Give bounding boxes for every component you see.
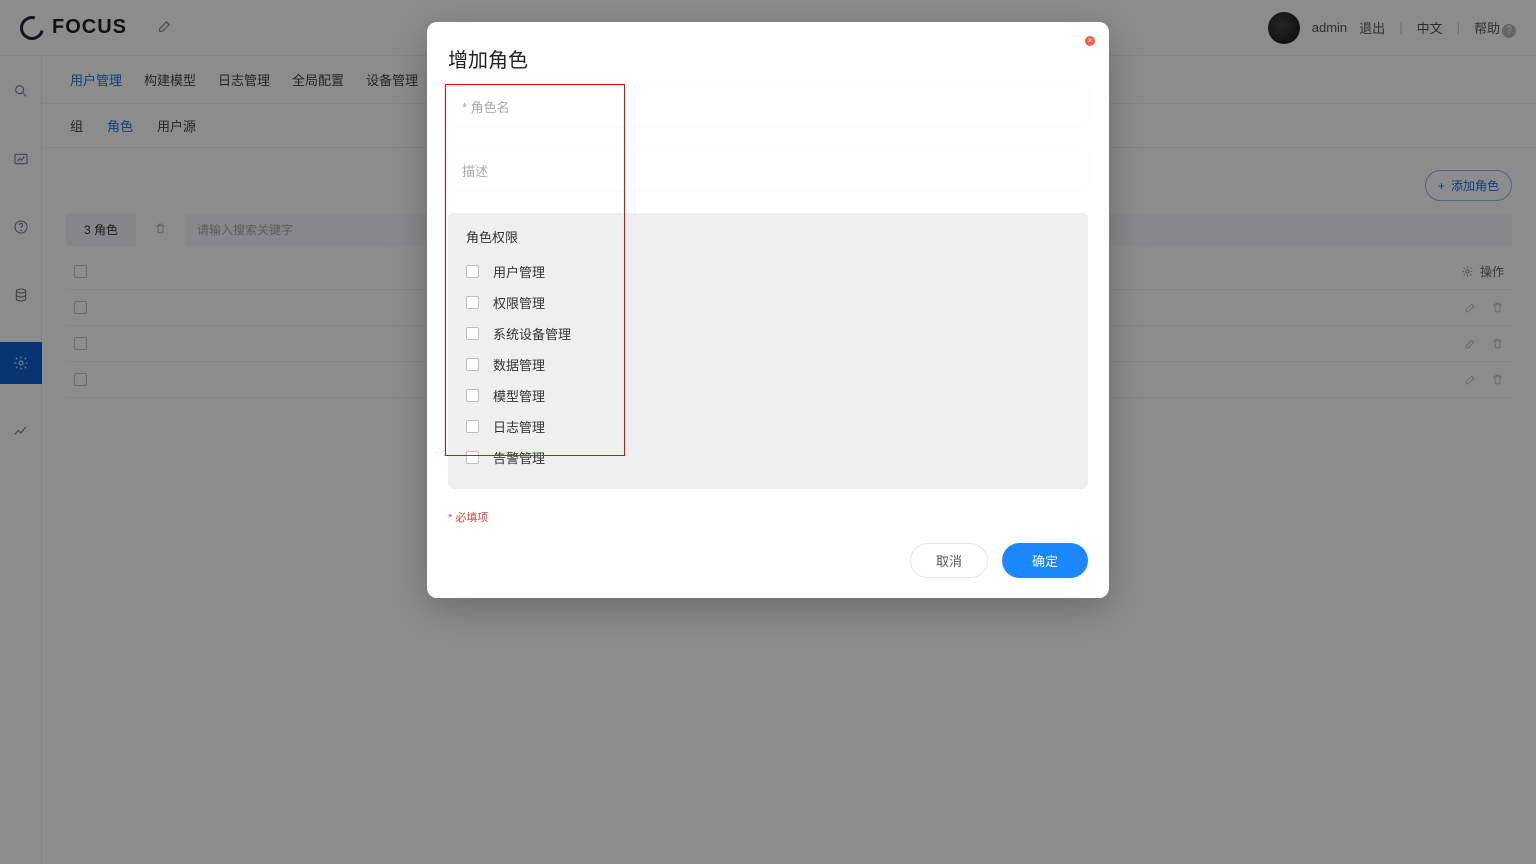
perm-label: 告警管理 [493, 448, 545, 467]
role-name-placeholder: * 角色名 [462, 97, 510, 116]
perm-checkbox[interactable] [466, 420, 479, 433]
perm-item[interactable]: 数据管理 [466, 349, 1070, 380]
perm-item[interactable]: 告警管理 [466, 442, 1070, 473]
perm-item[interactable]: 模型管理 [466, 380, 1070, 411]
perm-label: 系统设备管理 [493, 324, 571, 343]
perm-label: 日志管理 [493, 417, 545, 436]
close-button[interactable] [1085, 36, 1095, 46]
perm-checkbox[interactable] [466, 389, 479, 402]
perm-item[interactable]: 权限管理 [466, 287, 1070, 318]
role-name-input[interactable]: * 角色名 [448, 85, 1088, 127]
perm-label: 用户管理 [493, 262, 545, 281]
modal-footer: 取消 确定 [448, 543, 1088, 578]
perm-item[interactable]: 系统设备管理 [466, 318, 1070, 349]
modal-title: 增加角色 [448, 44, 1088, 73]
perm-checkbox[interactable] [466, 327, 479, 340]
add-role-modal: 增加角色 * 角色名 描述 角色权限 用户管理 权限管理 系统设备管理 数据管理… [427, 22, 1109, 598]
role-desc-input[interactable]: 描述 [448, 149, 1088, 191]
perm-checkbox[interactable] [466, 265, 479, 278]
perm-label: 模型管理 [493, 386, 545, 405]
perm-checkbox[interactable] [466, 451, 479, 464]
perm-label: 权限管理 [493, 293, 545, 312]
perm-item[interactable]: 日志管理 [466, 411, 1070, 442]
role-desc-placeholder: 描述 [462, 161, 488, 180]
perm-label: 数据管理 [493, 355, 545, 374]
permissions-panel: 角色权限 用户管理 权限管理 系统设备管理 数据管理 模型管理 日志管理 告警管… [448, 213, 1088, 489]
required-note: * 必填项 [448, 509, 1088, 525]
perm-item[interactable]: 用户管理 [466, 256, 1070, 287]
cancel-button[interactable]: 取消 [910, 543, 988, 578]
perm-checkbox[interactable] [466, 296, 479, 309]
permissions-title: 角色权限 [466, 227, 1070, 246]
perm-checkbox[interactable] [466, 358, 479, 371]
ok-button[interactable]: 确定 [1002, 543, 1088, 578]
